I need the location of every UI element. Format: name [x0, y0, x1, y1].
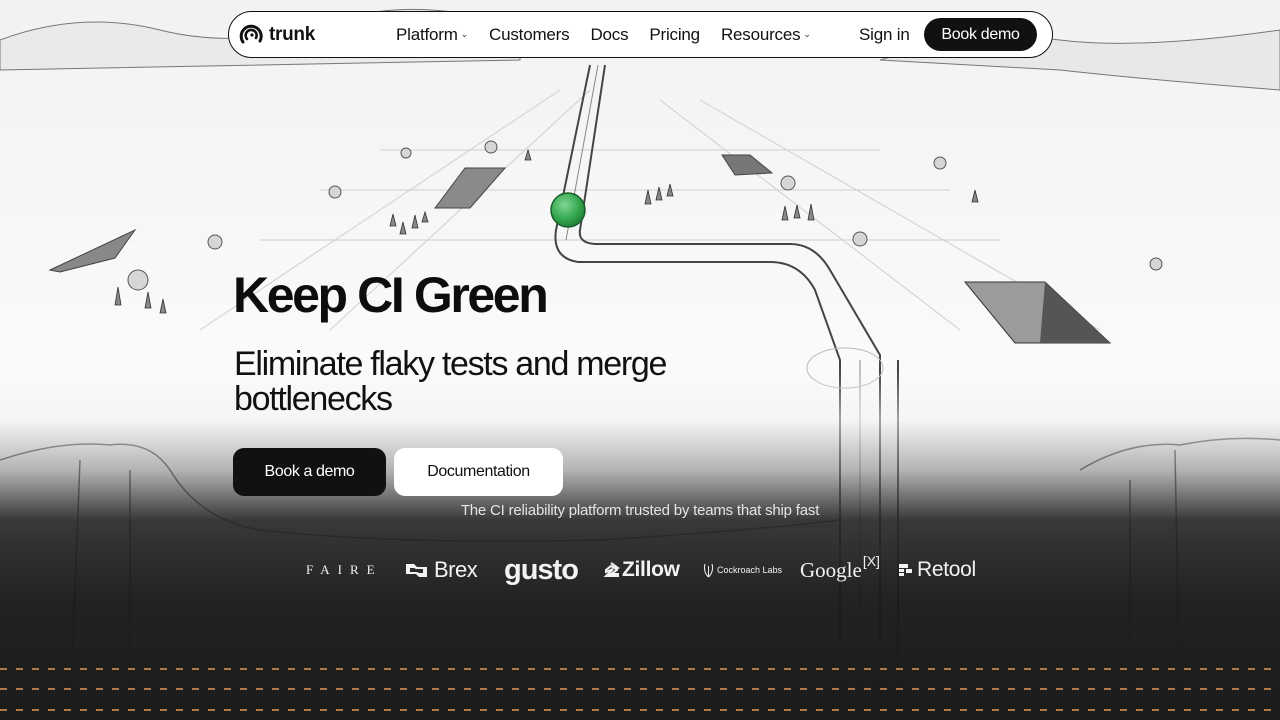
top-navigation-bar: trunk Platform ⌄ Customers Docs Pricing … [228, 11, 1053, 58]
retool-wordmark: Retool [917, 558, 976, 581]
cockroach-labs-logo: Cockroach Labs [703, 548, 782, 592]
chevron-down-icon: ⌄ [460, 29, 469, 39]
dashed-divider [0, 668, 1280, 670]
trunk-logo-icon [239, 24, 263, 44]
gusto-logo: gusto [504, 553, 579, 586]
cockroach-mark-icon [703, 563, 714, 578]
green-ball-icon [550, 192, 586, 228]
customer-logos: FAIRE Brex gusto Zillow Cockroach Labs G… [0, 548, 1280, 592]
brex-wordmark: Brex [434, 557, 478, 582]
nav-resources[interactable]: Resources ⌄ [721, 25, 811, 45]
trunk-logo[interactable]: trunk [239, 22, 315, 48]
hero-title: Keep CI Green [233, 267, 549, 323]
nav-links: Platform ⌄ Customers Docs Pricing Resour… [396, 12, 832, 57]
chevron-down-icon: ⌄ [803, 29, 811, 39]
brex-logo: Brex [405, 548, 478, 592]
documentation-button[interactable]: Documentation [394, 448, 563, 496]
zillow-wordmark: Zillow [622, 558, 680, 581]
google-x-logo: Google [X] [800, 548, 880, 592]
nav-customers-label: Customers [489, 24, 570, 44]
nav-platform-label: Platform [396, 24, 458, 44]
google-x-superscript: [X] [862, 553, 880, 569]
hero-subtitle: Eliminate flaky tests and merge bottlene… [234, 345, 667, 418]
zillow-logo: Zillow [602, 548, 680, 592]
sign-in-link[interactable]: Sign in [859, 25, 910, 45]
cockroach-wordmark: Cockroach Labs [717, 565, 783, 575]
nav-pricing[interactable]: Pricing [649, 25, 700, 45]
book-demo-button[interactable]: Book demo [924, 18, 1037, 51]
nav-pricing-label: Pricing [649, 24, 700, 44]
dashed-divider [0, 709, 1280, 711]
google-wordmark: Google [800, 557, 862, 582]
retool-logo: Retool [898, 548, 976, 592]
nav-resources-label: Resources [720, 24, 801, 44]
brand-name: trunk [269, 24, 316, 45]
nav-customers[interactable]: Customers [489, 24, 570, 45]
trusted-tagline: The CI reliability platform trusted by t… [460, 502, 820, 519]
nav-docs[interactable]: Docs [590, 25, 628, 45]
dashed-divider [0, 688, 1280, 690]
faire-logo: FAIRE [306, 562, 383, 577]
nav-platform[interactable]: Platform ⌄ [396, 25, 468, 45]
zillow-mark-icon [603, 562, 620, 577]
retool-mark-icon [899, 564, 912, 576]
brex-mark-icon [406, 564, 427, 577]
nav-docs-label: Docs [590, 24, 629, 44]
book-a-demo-button[interactable]: Book a demo [233, 448, 386, 496]
